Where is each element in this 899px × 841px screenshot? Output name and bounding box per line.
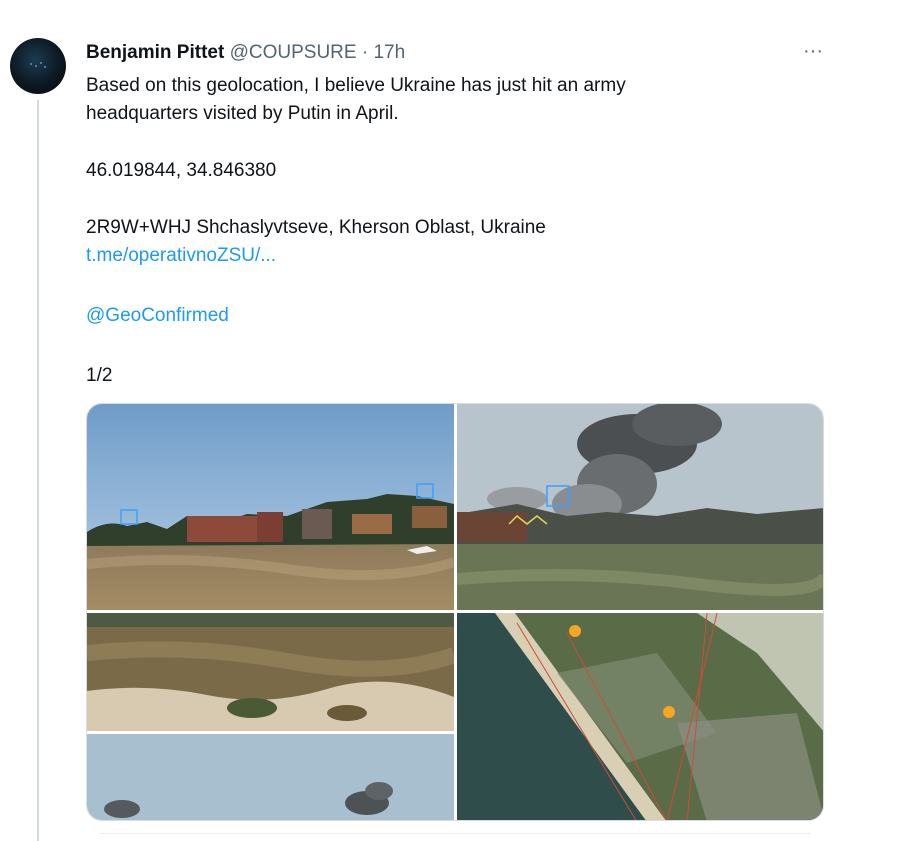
tweet-text-line: headquarters visited by Putin in April. — [86, 103, 399, 124]
mention-link[interactable]: @GeoConfirmed — [86, 302, 229, 330]
thread-line — [37, 100, 39, 841]
photo-2[interactable] — [457, 404, 823, 610]
tweet-divider — [100, 833, 810, 834]
timestamp[interactable]: 17h — [373, 42, 405, 63]
plus-code-text: 2R9W+WHJ Shchaslyvtseve, Kherson Oblast,… — [86, 217, 546, 238]
tweet[interactable]: Benjamin Pittet @COUPSURE · 17h ··· Base… — [0, 0, 899, 841]
media-grid — [86, 403, 824, 821]
thread-counter: 1/2 — [86, 365, 113, 386]
smoke-photo-icon — [457, 404, 823, 610]
photo-4[interactable] — [457, 613, 823, 820]
coordinates-text: 46.019844, 34.846380 — [86, 160, 277, 181]
author-handle[interactable]: @COUPSURE — [230, 42, 357, 63]
avatar-image-icon — [30, 62, 46, 68]
avatar[interactable] — [10, 38, 66, 94]
tweet-text-line: Based on this geolocation, I believe Ukr… — [86, 75, 626, 96]
photo-3[interactable] — [87, 613, 454, 820]
telegram-link[interactable]: t.me/operativnoZSU/... — [86, 242, 276, 270]
satellite-map-icon — [457, 613, 823, 820]
field-photo-icon — [87, 404, 454, 610]
more-options-icon[interactable]: ··· — [795, 36, 831, 66]
tweet-header: Benjamin Pittet @COUPSURE · 17h — [86, 42, 405, 64]
author-name[interactable]: Benjamin Pittet — [86, 42, 224, 63]
photo-1[interactable] — [87, 404, 454, 610]
separator-dot: · — [361, 42, 369, 63]
grass-field-photo-icon — [87, 613, 454, 820]
